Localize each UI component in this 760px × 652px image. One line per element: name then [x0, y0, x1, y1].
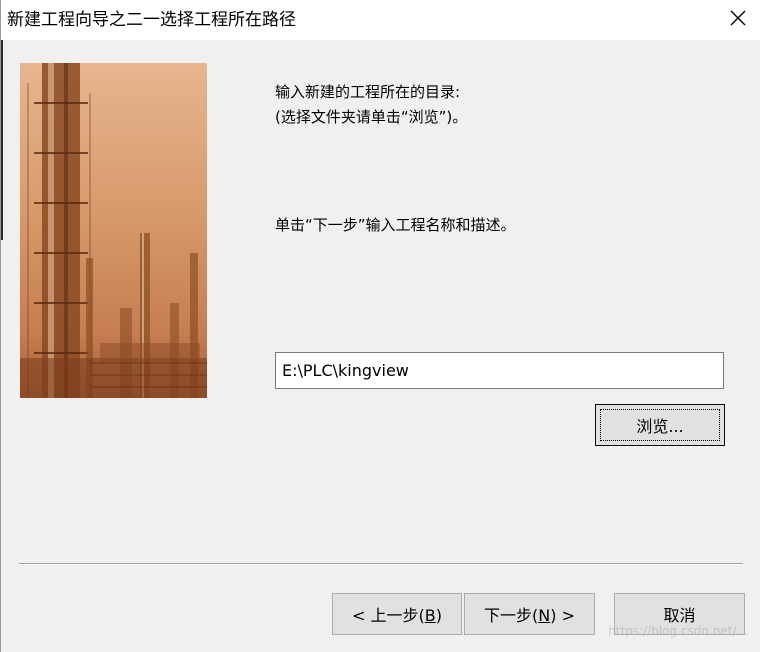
- window-title: 新建工程向导之二一选择工程所在路径: [7, 10, 296, 30]
- next-button[interactable]: 下一步(N) >: [464, 593, 595, 635]
- instruction-browse-hint: (选择文件夹请单击“浏览”)。: [275, 108, 468, 126]
- refinery-banner-image: [20, 63, 207, 398]
- close-icon: [730, 10, 746, 30]
- back-button[interactable]: < 上一步(B): [332, 593, 462, 635]
- cancel-button-label: 取消: [663, 606, 696, 625]
- new-project-wizard-dialog: 新建工程向导之二一选择工程所在路径 输入新建的工程所在的目录: (选择文件夹请单…: [0, 0, 760, 652]
- browse-button[interactable]: 浏览...: [595, 404, 725, 446]
- focus-rectangle: [600, 409, 720, 441]
- instruction-directory: 输入新建的工程所在的目录:: [275, 83, 461, 101]
- instruction-next-hint: 单击“下一步”输入工程名称和描述。: [275, 216, 516, 234]
- close-button[interactable]: [715, 0, 760, 40]
- project-path-input[interactable]: [275, 352, 724, 389]
- window-edge: [1, 40, 3, 240]
- footer-separator: [19, 563, 743, 565]
- watermark: https://blog.csdn.net/...: [608, 624, 748, 638]
- next-button-label: 下一步(N) >: [484, 606, 575, 625]
- back-button-label: < 上一步(B): [352, 606, 442, 625]
- title-bar: 新建工程向导之二一选择工程所在路径: [1, 0, 760, 40]
